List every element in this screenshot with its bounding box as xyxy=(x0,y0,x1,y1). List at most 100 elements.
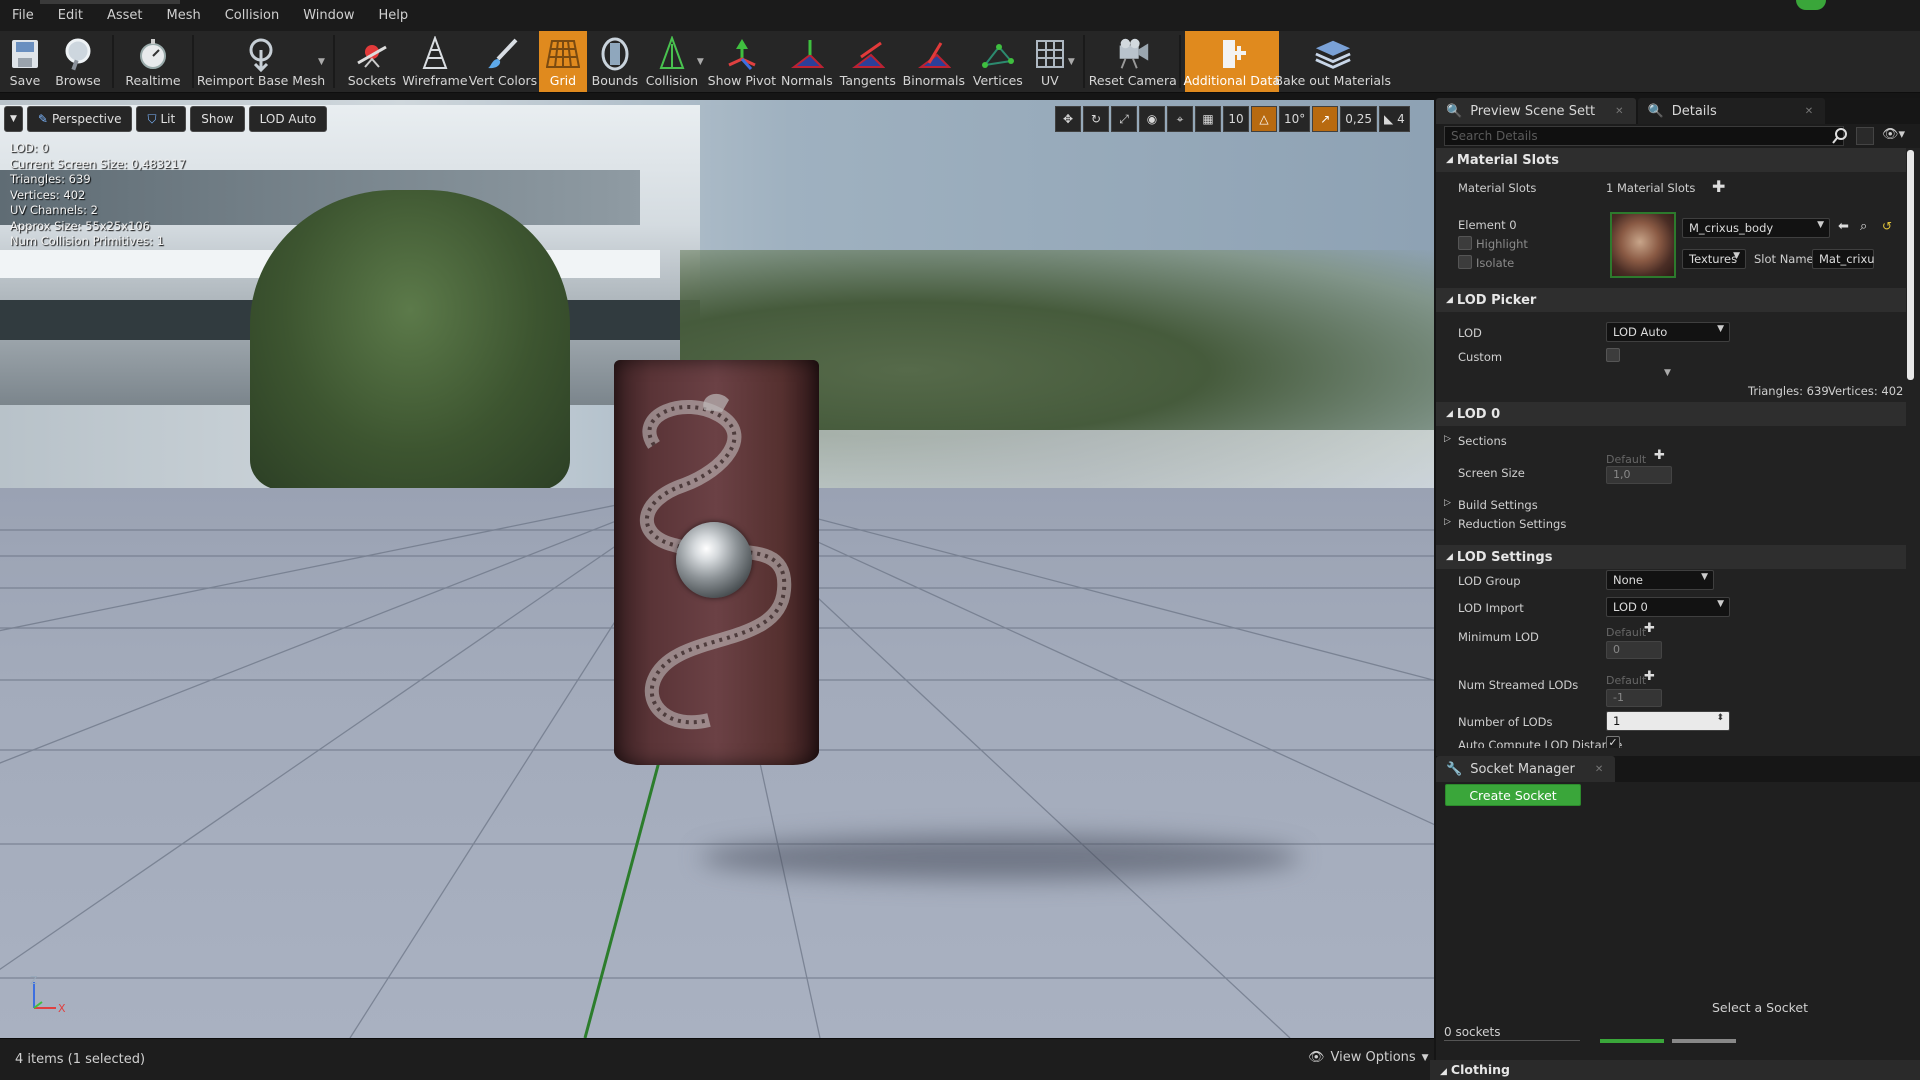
surface-snap-icon[interactable]: ⌖ xyxy=(1167,106,1193,132)
lod-dropdown[interactable]: LOD Auto ▼ xyxy=(1606,322,1730,342)
number-of-lods-input[interactable]: 1 ⬍ xyxy=(1606,711,1730,731)
expand-advanced-icon[interactable]: ▼ xyxy=(1664,368,1671,378)
socket-list-scroll-indicator-2[interactable] xyxy=(1672,1039,1736,1043)
realtime-button[interactable]: Realtime xyxy=(120,31,186,92)
property-matrix-icon[interactable] xyxy=(1856,127,1874,145)
use-selected-arrow-icon[interactable]: ⬅ xyxy=(1838,219,1849,234)
lod-import-dropdown[interactable]: LOD 0 ▼ xyxy=(1606,597,1730,617)
menu-file[interactable]: File xyxy=(0,8,46,23)
category-clothing-label: Clothing xyxy=(1450,1062,1510,1077)
rotation-snap-icon[interactable]: △ xyxy=(1251,106,1277,132)
stat-triangles: Triangles: 639 xyxy=(10,172,91,186)
vert-colors-toggle[interactable]: Vert Colors xyxy=(467,31,539,92)
spin-arrows-icon: ⬍ xyxy=(1716,713,1724,723)
grid-snap-value[interactable]: 10 xyxy=(1223,106,1249,132)
category-lod-picker[interactable]: ◢ LOD Picker xyxy=(1436,288,1906,312)
category-material-slots-label: Material Slots xyxy=(1456,152,1559,168)
search-details-input[interactable] xyxy=(1444,126,1844,146)
show-pivot-toggle[interactable]: Show Pivot xyxy=(706,31,778,92)
tab-preview-scene-settings[interactable]: 🔍 Preview Scene Sett ✕ xyxy=(1436,98,1636,124)
reset-to-default-icon[interactable]: ↺ xyxy=(1882,219,1892,233)
menu-help[interactable]: Help xyxy=(366,8,420,23)
expand-arrow-icon: ▷ xyxy=(1444,498,1451,508)
scale-snap-value[interactable]: 0,25 xyxy=(1340,106,1377,132)
sockets-toggle[interactable]: Sockets xyxy=(341,31,403,92)
lit-button[interactable]: ⛉ Lit xyxy=(136,106,187,132)
custom-checkbox[interactable] xyxy=(1606,348,1620,362)
lod-button[interactable]: LOD Auto xyxy=(248,106,328,132)
isolate-checkbox[interactable] xyxy=(1458,255,1472,269)
save-button[interactable]: Save xyxy=(0,31,50,92)
camera-speed-control[interactable]: ◣ 4 xyxy=(1379,106,1410,132)
close-icon[interactable]: ✕ xyxy=(1615,106,1623,117)
grid-toggle[interactable]: Grid xyxy=(538,31,587,92)
lod-group-dropdown[interactable]: None ▼ xyxy=(1606,570,1714,590)
viewport-options-dropdown[interactable]: ▼ xyxy=(4,106,23,132)
translate-mode-icon[interactable]: ✥ xyxy=(1055,106,1081,132)
menu-asset[interactable]: Asset xyxy=(95,8,155,23)
normals-toggle[interactable]: Normals xyxy=(778,31,836,92)
tab-details[interactable]: 🔍 Details ✕ xyxy=(1637,98,1826,124)
category-lod-settings[interactable]: ◢ LOD Settings xyxy=(1436,545,1906,569)
vertices-toggle[interactable]: Vertices xyxy=(968,31,1028,92)
create-socket-button[interactable]: Create Socket xyxy=(1445,784,1581,806)
scale-mode-icon[interactable]: ⤢ xyxy=(1111,106,1137,132)
socket-list-scroll-indicator[interactable] xyxy=(1600,1039,1664,1043)
show-button[interactable]: Show xyxy=(190,106,245,132)
perspective-button[interactable]: ✎ Perspective xyxy=(26,106,133,132)
collision-toggle[interactable]: Collision xyxy=(643,31,701,92)
auto-compute-checkbox[interactable]: ✓ xyxy=(1606,736,1620,748)
lod-label: LOD xyxy=(1458,326,1482,340)
camera-speed-value: 4 xyxy=(1397,112,1405,126)
slot-name-label: Slot Name xyxy=(1754,252,1814,266)
browse-asset-icon[interactable]: ⌕ xyxy=(1860,219,1867,234)
wireframe-toggle[interactable]: Wireframe xyxy=(402,31,468,92)
category-material-slots[interactable]: ◢ Material Slots xyxy=(1436,148,1906,172)
binormals-toggle[interactable]: Binormals xyxy=(900,31,968,92)
tangents-toggle[interactable]: Tangents xyxy=(836,31,900,92)
collapse-arrow-icon: ◢ xyxy=(1440,1067,1447,1077)
shield-boss xyxy=(676,522,752,598)
scale-snap-icon[interactable]: ↗ xyxy=(1312,106,1339,132)
viewport[interactable] xyxy=(0,100,1434,1038)
highlight-checkbox[interactable] xyxy=(1458,236,1472,250)
view-options-button[interactable]: 👁 View Options ▼ xyxy=(1308,1050,1429,1065)
close-icon[interactable]: ✕ xyxy=(1595,764,1603,775)
viewport-transform-toolbar: ✥ ↻ ⤢ ◉ ⌖ ▦ 10 △ 10° ↗ 0,25 ◣ 4 xyxy=(1055,106,1410,132)
coordinate-space-icon[interactable]: ◉ xyxy=(1139,106,1165,132)
vertices-summary: Vertices: 402 xyxy=(1828,384,1904,398)
uv-toggle[interactable]: UV xyxy=(1028,31,1072,92)
menu-mesh[interactable]: Mesh xyxy=(155,8,213,23)
tab-details-label: Details xyxy=(1671,103,1717,119)
add-minimum-lod-icon[interactable]: ✚ xyxy=(1644,621,1655,636)
menu-edit[interactable]: Edit xyxy=(46,8,95,23)
category-lod-0[interactable]: ◢ LOD 0 xyxy=(1436,402,1906,426)
bake-out-materials-button[interactable]: Bake out Materials xyxy=(1275,31,1391,92)
rotate-mode-icon[interactable]: ↻ xyxy=(1083,106,1109,132)
add-material-slot-icon[interactable]: ✚ xyxy=(1712,177,1725,196)
menu-collision[interactable]: Collision xyxy=(213,8,291,23)
material-asset-combo[interactable]: M_crixus_body ▼ xyxy=(1682,218,1830,238)
close-icon[interactable]: ✕ xyxy=(1805,106,1813,117)
details-scrollbar[interactable] xyxy=(1907,150,1914,380)
tab-socket-manager[interactable]: 🔧 Socket Manager ✕ xyxy=(1436,756,1616,782)
grid-snap-icon[interactable]: ▦ xyxy=(1195,106,1221,132)
textures-dropdown[interactable]: Textures ▼ xyxy=(1682,249,1746,269)
rotation-snap-value[interactable]: 10° xyxy=(1279,106,1311,132)
minimum-lod-input[interactable]: 0 xyxy=(1606,641,1662,659)
additional-data-toggle[interactable]: Additional Data xyxy=(1183,31,1280,92)
search-icon[interactable] xyxy=(1832,128,1848,144)
screen-size-input[interactable]: 1,0 xyxy=(1606,466,1672,484)
category-clothing[interactable]: ◢ Clothing xyxy=(1430,1060,1920,1080)
bounds-toggle[interactable]: Bounds xyxy=(587,31,643,92)
reimport-base-mesh-button[interactable]: Reimport Base Mesh xyxy=(197,31,325,92)
menu-window[interactable]: Window xyxy=(291,8,366,23)
visibility-eye-icon[interactable]: 👁▾ xyxy=(1882,127,1905,142)
browse-button[interactable]: Browse xyxy=(50,31,106,92)
add-num-streamed-icon[interactable]: ✚ xyxy=(1644,669,1655,684)
reset-camera-button[interactable]: Reset Camera xyxy=(1089,31,1177,92)
num-streamed-lods-input[interactable]: -1 xyxy=(1606,689,1662,707)
slot-name-input[interactable]: Mat_crixu xyxy=(1812,249,1875,269)
add-screen-size-icon[interactable]: ✚ xyxy=(1654,448,1665,463)
material-thumbnail[interactable] xyxy=(1610,212,1676,278)
